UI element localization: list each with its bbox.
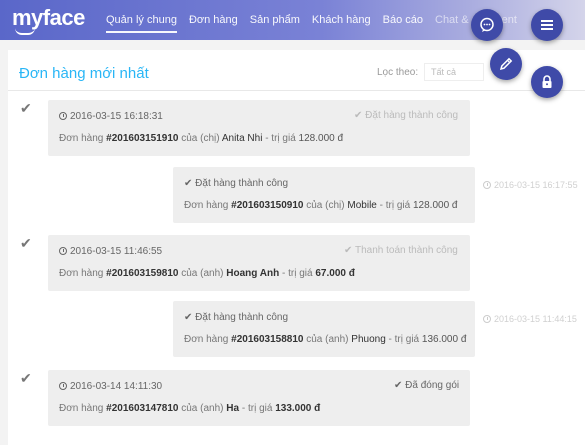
order-time-text: 2016-03-15 11:46:55 [70, 246, 163, 257]
chat-button[interactable] [471, 9, 503, 41]
lock-button[interactable] [531, 66, 563, 98]
order-status-text: Đặt hàng thành công [365, 110, 459, 121]
menu-icon [541, 20, 553, 30]
price-label: - trị giá [265, 133, 296, 144]
price-label: - trị giá [388, 334, 420, 345]
price-label: - trị giá [282, 268, 313, 279]
order-time: 2016-03-15 11:44:15 [483, 314, 577, 324]
order-price: 128.000 đ [298, 133, 344, 144]
nav-item-reports[interactable]: Báo cáo [377, 0, 429, 40]
order-prefix: Đơn hàng [184, 200, 229, 211]
order-relation: của (anh) [181, 268, 224, 279]
main-nav: Quản lý chung Đơn hàng Sản phẩm Khách hà… [100, 0, 523, 40]
lock-icon [542, 75, 552, 88]
check-icon: ✔ [20, 235, 32, 251]
order-status: ✔ Đặt hàng thành công [184, 312, 289, 323]
order-code[interactable]: #201603150910 [231, 200, 303, 211]
clock-icon [483, 315, 491, 323]
logo-text: myface [12, 5, 85, 30]
nav-item-products[interactable]: Sản phẩm [244, 0, 306, 40]
filter-select[interactable]: Tất cả [424, 63, 484, 81]
order-time-text: 2016-03-15 16:18:31 [70, 111, 163, 122]
customer-name[interactable]: Hoang Anh [226, 268, 279, 279]
order-time: 2016-03-15 16:17:55 [483, 180, 578, 190]
menu-button[interactable] [531, 9, 563, 41]
price-label: - trị giá [379, 200, 411, 211]
logo-smile-mark [15, 28, 35, 35]
order-code[interactable]: #201603158810 [231, 334, 303, 345]
order-prefix: Đơn hàng [59, 268, 104, 279]
order-relation: của (anh) [181, 403, 224, 414]
nav-item-orders[interactable]: Đơn hàng [183, 0, 244, 40]
filter-label: Lọc theo: [377, 67, 419, 78]
order-prefix: Đơn hàng [59, 403, 104, 414]
order-price: 128.000 đ [412, 200, 458, 211]
customer-name[interactable]: Ha [226, 403, 239, 414]
order-card[interactable]: ✔ Đặt hàng thành công Đơn hàng #20160315… [173, 301, 475, 357]
order-status: ✔ Đặt hàng thành công [184, 178, 289, 189]
panel-divider [8, 90, 585, 91]
order-prefix: Đơn hàng [59, 133, 104, 144]
panel-title: Đơn hàng mới nhất [19, 65, 149, 82]
nav-item-customers[interactable]: Khách hàng [306, 0, 377, 40]
order-status-text: Đặt hàng thành công [195, 178, 289, 189]
order-time: 2016-03-15 16:18:31 [59, 111, 163, 122]
order-time: 2016-03-14 14:11:30 [59, 381, 162, 392]
order-relation: của (chị) [306, 200, 345, 211]
order-card[interactable]: ✔ Đặt hàng thành công Đơn hàng #20160315… [173, 167, 475, 223]
order-code[interactable]: #201603159810 [106, 268, 178, 279]
order-description: Đơn hàng #201603147810 của (anh) Ha - tr… [59, 403, 320, 414]
order-prefix: Đơn hàng [184, 334, 229, 345]
check-icon: ✔ [20, 370, 32, 386]
order-description: Đơn hàng #201603150910 của (chị) Mobile … [184, 200, 457, 211]
clock-icon [59, 247, 67, 255]
order-time-text: 2016-03-14 14:11:30 [70, 381, 163, 392]
order-status: ✔ Đã đóng gói [394, 380, 460, 391]
nav-item-general[interactable]: Quản lý chung [100, 0, 183, 40]
clock-icon [59, 112, 67, 120]
order-description: Đơn hàng #201603151910 của (chị) Anita N… [59, 133, 343, 144]
order-card[interactable]: 2016-03-15 16:18:31 ✔ Đặt hàng thành côn… [48, 100, 470, 156]
clock-icon [483, 181, 491, 189]
chat-icon [480, 17, 494, 32]
order-price: 136.000 đ [421, 334, 467, 345]
customer-name[interactable]: Anita Nhi [222, 133, 263, 144]
order-status-text: Thanh toán thành công [354, 245, 458, 256]
customer-name[interactable]: Phuong [351, 334, 385, 345]
order-status: ✔ Thanh toán thành công [344, 245, 458, 256]
check-icon: ✔ [20, 100, 32, 116]
price-label: - trị giá [241, 403, 273, 414]
order-price: 67.000 đ [315, 268, 355, 279]
clock-icon [59, 382, 67, 390]
order-relation: của (chị) [181, 133, 220, 144]
order-status-text: Đã đóng gói [405, 380, 460, 391]
order-time-text: 2016-03-15 11:44:15 [494, 314, 577, 324]
order-card[interactable]: 2016-03-14 14:11:30 ✔ Đã đóng gói Đơn hà… [48, 370, 470, 426]
order-code[interactable]: #201603151910 [106, 133, 178, 144]
order-relation: của (anh) [306, 334, 349, 345]
order-price: 133.000 đ [275, 403, 321, 414]
order-time-text: 2016-03-15 16:17:55 [494, 180, 578, 190]
edit-button[interactable] [490, 48, 522, 80]
pencil-icon [499, 57, 513, 71]
customer-name[interactable]: Mobile [347, 200, 376, 211]
order-description: Đơn hàng #201603159810 của (anh) Hoang A… [59, 268, 355, 279]
order-time: 2016-03-15 11:46:55 [59, 246, 162, 257]
order-card[interactable]: 2016-03-15 11:46:55 ✔ Thanh toán thành c… [48, 235, 470, 291]
order-code[interactable]: #201603147810 [106, 403, 178, 414]
logo[interactable]: myface [12, 5, 85, 35]
order-status: ✔ Đặt hàng thành công [354, 110, 459, 121]
order-description: Đơn hàng #201603158810 của (anh) Phuong … [184, 334, 466, 345]
order-status-text: Đặt hàng thành công [195, 312, 289, 323]
